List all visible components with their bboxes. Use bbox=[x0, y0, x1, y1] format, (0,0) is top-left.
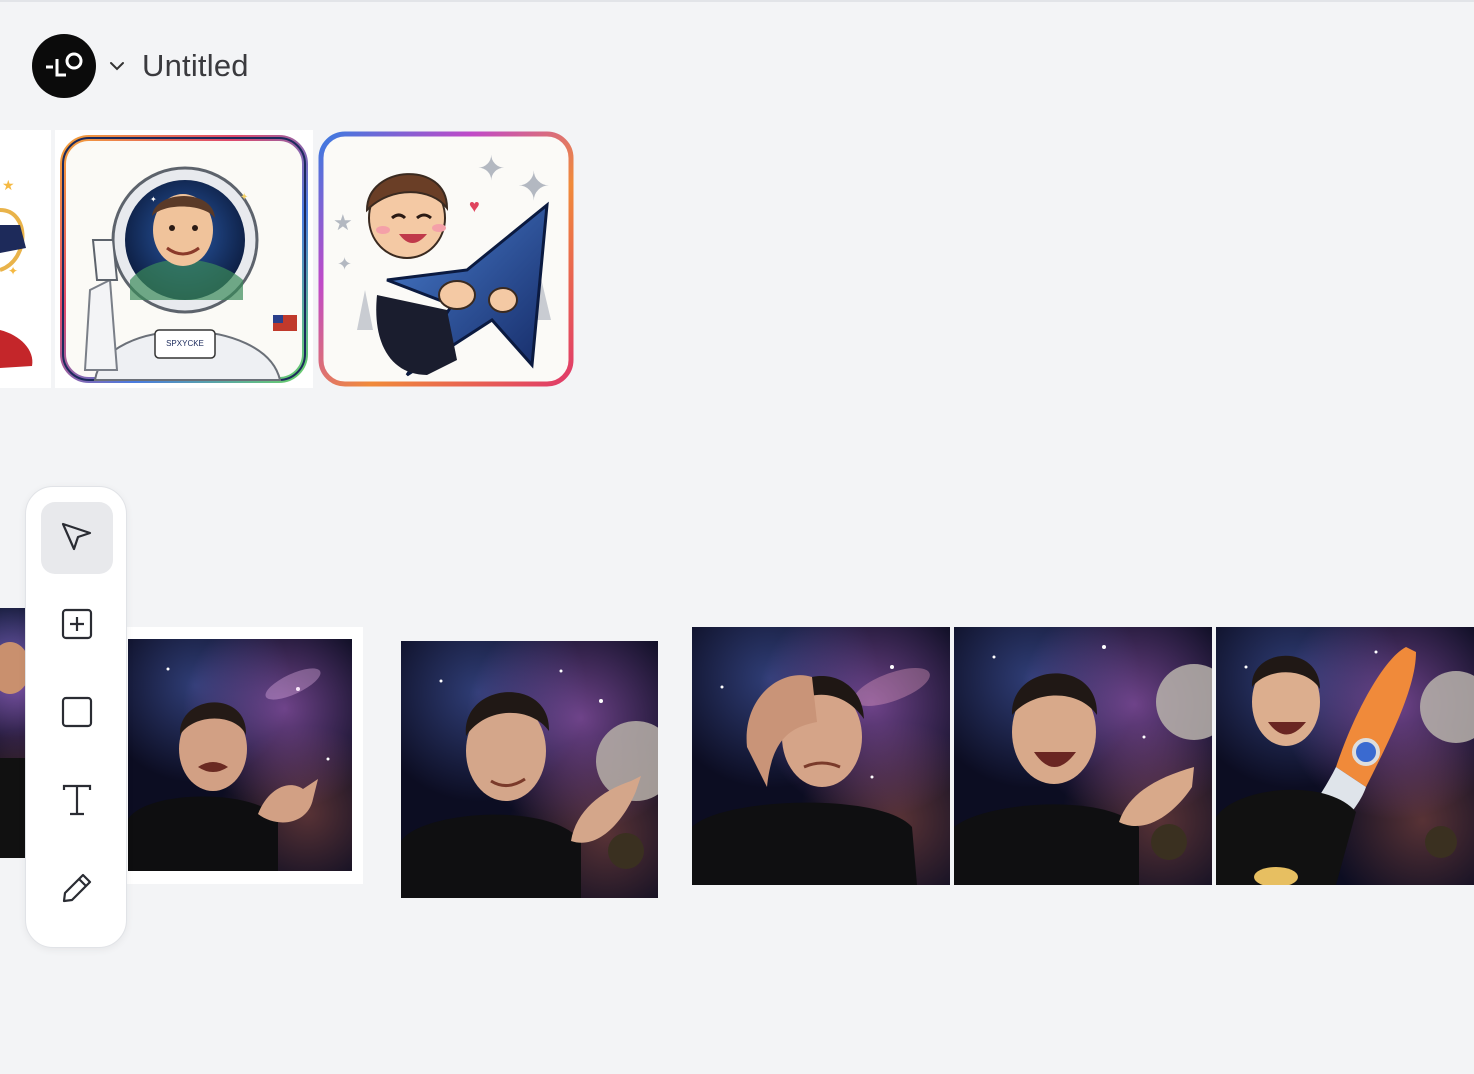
svg-text:★: ★ bbox=[333, 210, 353, 235]
select-tool-button[interactable] bbox=[41, 502, 113, 574]
svg-text:✦: ✦ bbox=[8, 264, 18, 278]
sticker-image-hugging-star[interactable]: ✦ ✦ ★ ✦ ♥ bbox=[317, 130, 575, 388]
photo-laughing-pointing[interactable] bbox=[954, 627, 1212, 885]
plus-square-icon bbox=[60, 607, 94, 646]
top-border bbox=[0, 0, 1474, 2]
cursor-icon bbox=[59, 518, 95, 559]
sticker-image-partial[interactable]: ★ ✦ bbox=[0, 130, 51, 388]
page-title[interactable]: Untitled bbox=[142, 48, 249, 84]
header: Untitled bbox=[32, 34, 249, 98]
add-tool-button[interactable] bbox=[41, 590, 113, 662]
tool-palette bbox=[25, 486, 127, 948]
svg-text:✦: ✦ bbox=[337, 254, 352, 274]
chevron-down-icon[interactable] bbox=[108, 57, 126, 75]
svg-text:✦: ✦ bbox=[477, 150, 506, 188]
svg-text:♥: ♥ bbox=[469, 196, 480, 216]
svg-text:✦: ✦ bbox=[150, 195, 157, 204]
draw-tool-button[interactable] bbox=[41, 854, 113, 926]
svg-text:✦: ✦ bbox=[240, 192, 248, 203]
text-icon bbox=[60, 783, 94, 822]
square-icon bbox=[60, 695, 94, 734]
photo-hugging-rocket[interactable] bbox=[1216, 627, 1474, 885]
lo-logo-icon[interactable] bbox=[32, 34, 96, 98]
svg-text:★: ★ bbox=[2, 177, 15, 193]
photo-smirk-pointing[interactable] bbox=[401, 641, 658, 898]
photo-facepalm[interactable] bbox=[692, 627, 950, 885]
text-tool-button[interactable] bbox=[41, 766, 113, 838]
photo-partial[interactable] bbox=[0, 608, 25, 858]
sticker-image-astronaut[interactable]: SPXYCKE ✦ ✦ bbox=[55, 130, 313, 388]
frame-tool-button[interactable] bbox=[41, 678, 113, 750]
svg-text:✦: ✦ bbox=[517, 165, 551, 209]
photo-pointing-angry[interactable] bbox=[110, 627, 363, 884]
pencil-icon bbox=[60, 871, 94, 910]
sticker-badge-text: SPXYCKE bbox=[166, 339, 204, 348]
